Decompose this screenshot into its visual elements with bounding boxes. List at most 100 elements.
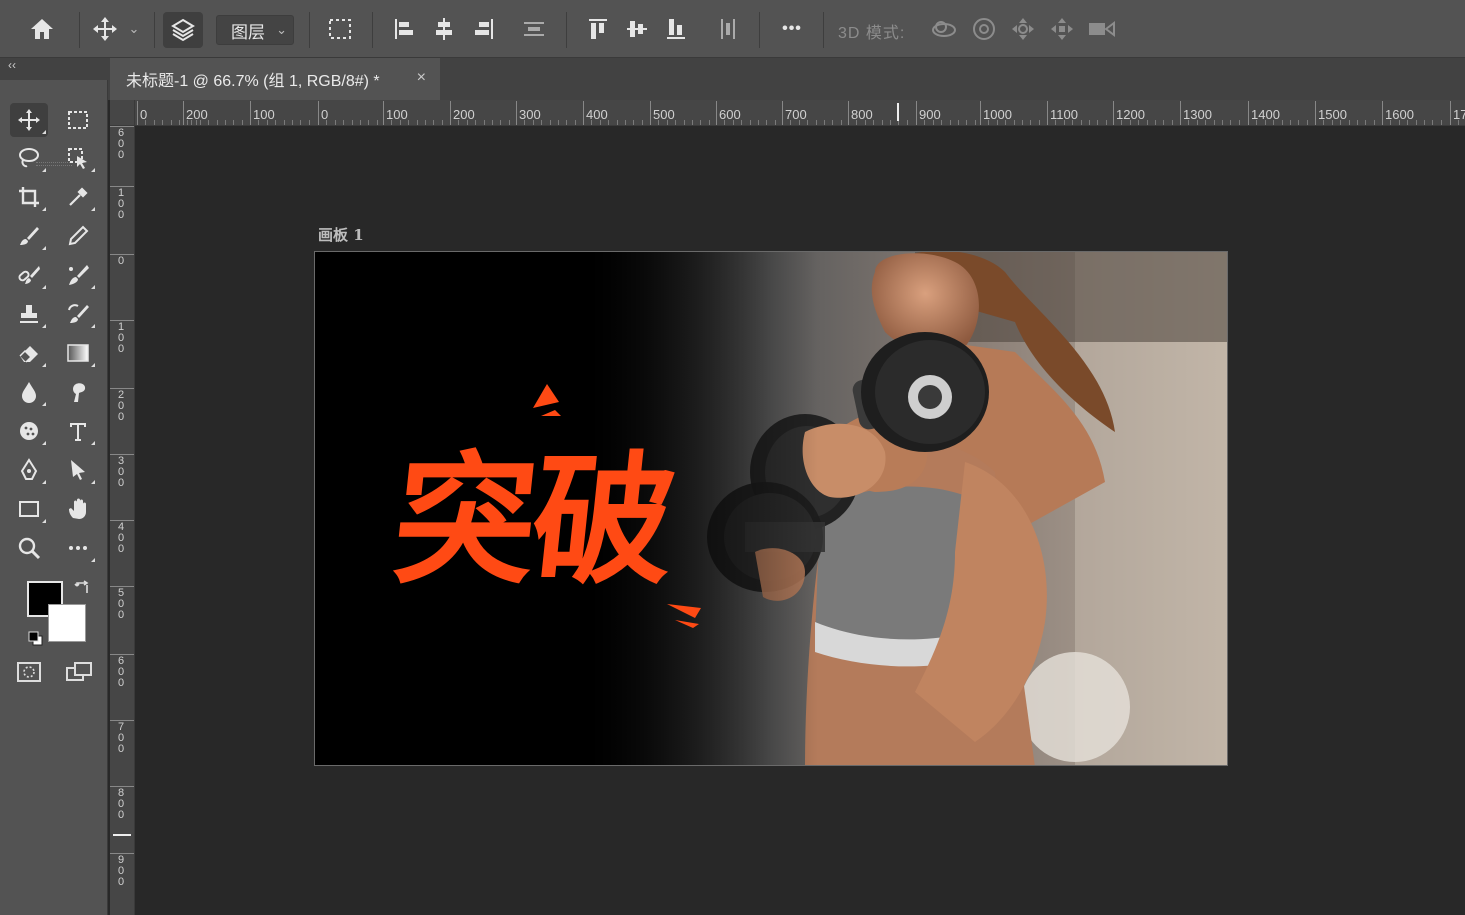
pencil-tool[interactable] (59, 219, 97, 253)
rectangle-tool[interactable] (10, 492, 48, 526)
ruler-minor-tick (807, 120, 809, 125)
brush-tool[interactable] (10, 219, 48, 253)
gradient-icon (67, 344, 89, 362)
ruler-label: 200 (453, 107, 475, 122)
smudge-icon (73, 383, 86, 402)
ruler-minor-tick (881, 120, 883, 125)
marquee-tool[interactable] (59, 103, 97, 137)
ruler-cursor-marker (113, 834, 131, 836)
ruler-tick (916, 101, 917, 125)
ruler-minor-tick (391, 120, 393, 125)
ruler-minor-tick (458, 120, 460, 125)
ruler-minor-tick (258, 120, 260, 125)
more-tools[interactable] (59, 531, 97, 565)
ruler-minor-tick (1390, 120, 1392, 125)
ruler-minor-tick (1298, 120, 1300, 125)
ruler-tick (1382, 101, 1383, 125)
distribute-vertical-icon[interactable] (714, 14, 742, 44)
move-tool[interactable] (10, 103, 48, 137)
zoom-tool[interactable] (10, 531, 48, 565)
auto-select-target-dropdown[interactable]: 图层 ⌄ (216, 15, 294, 45)
align-left-icon[interactable] (390, 14, 418, 44)
history-brush-tool[interactable] (59, 297, 97, 331)
camera-3d-icon[interactable] (1085, 14, 1119, 44)
mores-icon (69, 546, 87, 550)
crop-tool[interactable] (10, 180, 48, 214)
healing-brush-tool[interactable] (10, 258, 48, 292)
ruler-minor-tick (425, 120, 426, 125)
ruler-minor-tick (360, 120, 361, 125)
background-color-swatch[interactable] (48, 604, 86, 642)
close-icon[interactable]: × (417, 69, 426, 87)
ruler-label: 700 (117, 721, 125, 755)
ruler-tick (250, 101, 251, 125)
object-select-tool[interactable] (59, 141, 97, 175)
collapse-panel-icon[interactable]: ‹‹ (8, 58, 16, 72)
roll-3d-icon[interactable] (968, 14, 1000, 44)
crop-icon (19, 187, 39, 207)
artboard-name[interactable]: 画板 1 (318, 224, 364, 245)
smudge-tool[interactable] (59, 375, 97, 409)
lasso-tool[interactable] (10, 141, 48, 175)
mixer-brush-tool[interactable] (59, 258, 97, 292)
ruler-tick (980, 101, 981, 125)
ruler-origin[interactable] (110, 100, 135, 126)
slide-3d-icon[interactable] (1046, 14, 1078, 44)
ruler-minor-tick (170, 120, 172, 125)
ruler-minor-tick (641, 120, 643, 125)
align-right-icon[interactable] (470, 14, 498, 44)
ruler-cursor-marker (897, 103, 899, 121)
path-select-tool[interactable] (59, 453, 97, 487)
ruler-minor-tick (225, 120, 226, 125)
align-vertical-center-icon[interactable] (623, 14, 651, 44)
ruler-minor-tick (1171, 120, 1173, 125)
ruler-minor-tick (1013, 120, 1015, 125)
distribute-icon[interactable] (519, 14, 549, 44)
ruler-minor-tick (1264, 120, 1266, 125)
horizontal-ruler[interactable]: 0 200 100 0 100 200 300 400 500 600 700 800 900 1000 1… (110, 100, 1465, 126)
transform-controls-icon[interactable] (324, 14, 356, 44)
ruler-minor-tick (840, 120, 842, 125)
default-colors-icon[interactable] (28, 631, 44, 652)
artboard[interactable]: 突破 (314, 251, 1228, 766)
sponge-tool[interactable] (10, 414, 48, 448)
more-options-icon[interactable]: ••• (774, 14, 810, 44)
align-top-icon[interactable] (584, 14, 612, 44)
move-arrows-icon[interactable] (90, 14, 120, 44)
chevron-down-icon[interactable]: ⌄ (126, 14, 142, 44)
ruler-minor-tick (1440, 120, 1442, 125)
separator (79, 12, 80, 48)
pen-tool[interactable] (10, 453, 48, 487)
eraser-tool[interactable] (10, 336, 48, 370)
ruler-minor-tick (1290, 120, 1291, 125)
ruler-minor-tick (1063, 120, 1065, 125)
document-tab[interactable]: 未标题-1 @ 66.7% (组 1, RGB/8#) * × (110, 58, 440, 100)
vertical-ruler[interactable]: 600 100 0 100 200 300 400 500 600 700 800 900 (110, 126, 135, 915)
ruler-minor-tick (1432, 120, 1434, 125)
ruler-minor-tick (1121, 120, 1123, 125)
orbit-3d-icon[interactable] (928, 14, 960, 44)
ruler-label: 200 (186, 107, 208, 122)
align-bottom-icon[interactable] (662, 14, 690, 44)
home-icon[interactable] (26, 14, 58, 44)
hand-tool[interactable] (59, 492, 97, 526)
eyedropper-tool[interactable] (59, 180, 97, 214)
align-horizontal-center-icon[interactable] (430, 14, 458, 44)
ruler-minor-tick (1458, 120, 1460, 125)
ruler-minor-tick (532, 120, 534, 125)
pan-3d-icon[interactable] (1007, 14, 1039, 44)
ruler-minor-tick (890, 120, 891, 125)
screen-mode-icon[interactable] (62, 659, 96, 685)
ruler-minor-tick (591, 120, 593, 125)
swap-colors-icon[interactable] (74, 580, 90, 601)
clone-stamp-tool[interactable] (10, 297, 48, 331)
ruler-minor-tick (483, 120, 485, 125)
blur-tool[interactable] (10, 375, 48, 409)
gradient-tool[interactable] (59, 336, 97, 370)
ruler-minor-tick (408, 120, 410, 125)
layers-stack-icon[interactable] (163, 12, 203, 48)
ruler-minor-tick (815, 120, 817, 125)
type-tool[interactable] (59, 414, 97, 448)
quick-mask-icon[interactable] (14, 659, 44, 685)
ruler-minor-tick (832, 120, 834, 125)
